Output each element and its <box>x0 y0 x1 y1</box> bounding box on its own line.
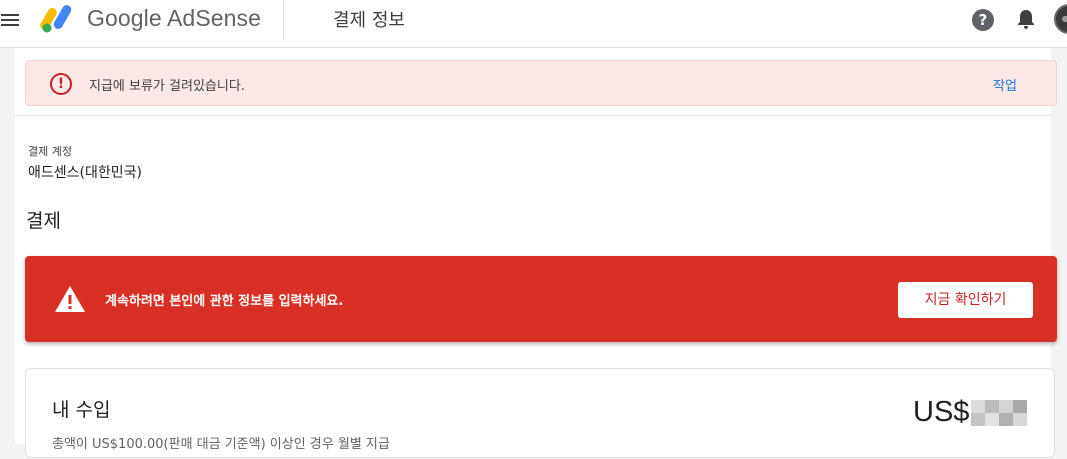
payment-threshold-text: 총액이 US$100.00(판매 대금 기준액) 이상인 경우 월별 지급 <box>52 437 390 452</box>
help-icon[interactable]: ? <box>972 9 994 31</box>
menu-icon[interactable] <box>1 10 21 30</box>
payment-account-value: 애드센스(대한민국) <box>28 165 142 181</box>
verify-now-button[interactable]: 지금 확인하기 <box>898 282 1033 318</box>
avatar[interactable] <box>1054 4 1067 34</box>
identity-verification-alert: 계속하려면 본인에 관한 정보를 입력하세요. 지금 확인하기 <box>25 256 1057 342</box>
earnings-card: 내 수입 US$ 총액이 US$100.00(판매 대금 기준액) 이상인 경우… <box>25 368 1055 458</box>
earnings-title: 내 수입 <box>52 399 111 421</box>
top-app-bar: Google AdSense 결제 정보 ? <box>0 0 1067 48</box>
redacted-amount <box>971 399 1028 426</box>
payment-hold-banner: ! 지급에 보류가 걸려있습니다. 작업 <box>25 60 1057 106</box>
earnings-amount: US$ <box>913 396 1028 429</box>
payments-section-title: 결제 <box>26 210 61 232</box>
bell-icon[interactable] <box>1016 8 1036 30</box>
payment-account-label: 결제 계정 <box>28 145 72 158</box>
hold-message: 지급에 보류가 걸려있습니다. <box>89 79 245 94</box>
brand-name: Google AdSense <box>87 5 262 31</box>
adsense-logo <box>40 5 72 33</box>
error-circle-icon: ! <box>50 73 72 95</box>
warning-triangle-icon <box>55 286 85 312</box>
header-divider <box>283 0 284 40</box>
main-content: ! 지급에 보류가 걸려있습니다. 작업 결제 계정 애드센스(대한민국) 결제… <box>15 48 1057 458</box>
currency-prefix: US$ <box>913 396 970 428</box>
page-title: 결제 정보 <box>333 10 405 31</box>
alert-message: 계속하려면 본인에 관한 정보를 입력하세요. <box>105 294 344 309</box>
hold-action-link[interactable]: 작업 <box>993 75 1017 94</box>
section-divider <box>15 115 1051 116</box>
